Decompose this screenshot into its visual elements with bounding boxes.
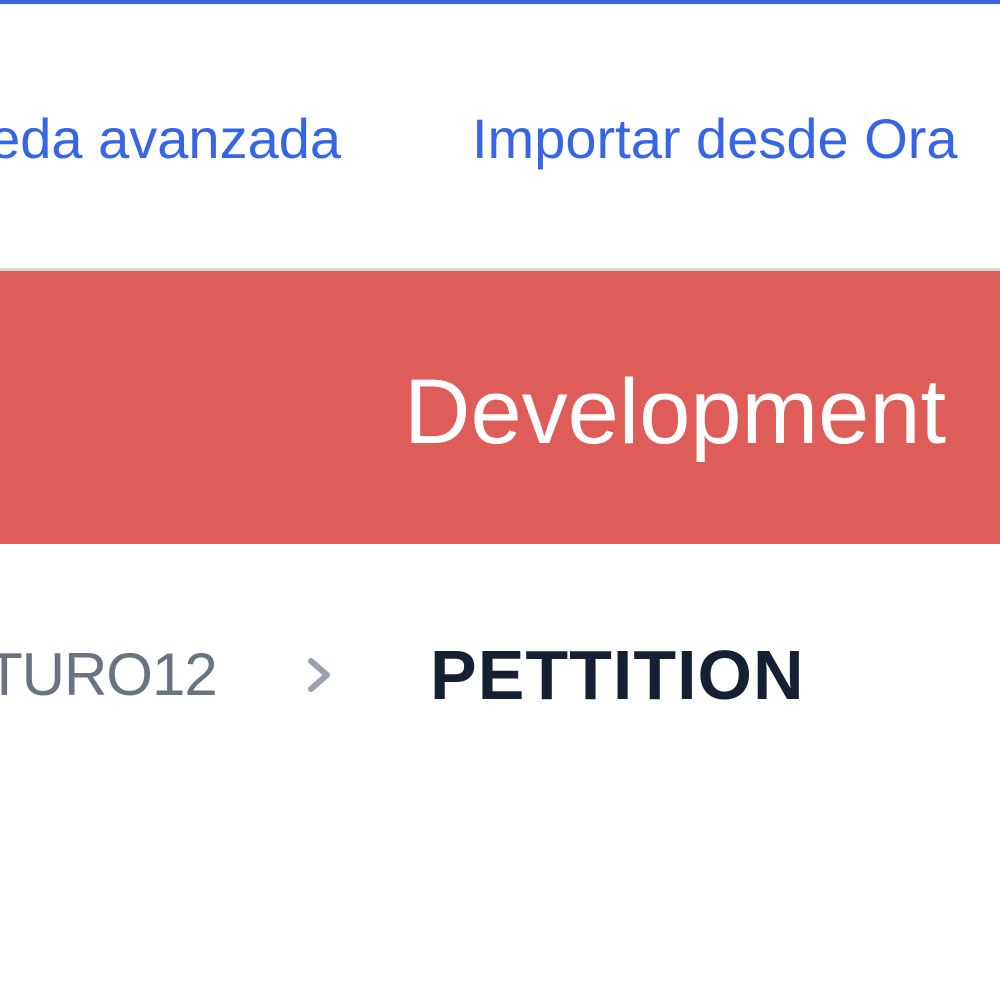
breadcrumb-parent[interactable]: TURO12 <box>0 640 218 710</box>
chevron-right-icon <box>302 652 336 698</box>
top-accent-bar <box>0 0 1000 4</box>
nav-links: ueda avanzada Importar desde Ora <box>0 104 1000 174</box>
breadcrumb-current: PETTITION <box>430 636 805 714</box>
page: ueda avanzada Importar desde Ora Develop… <box>0 0 1000 1000</box>
breadcrumb: TURO12 PETTITION <box>0 630 1000 720</box>
advanced-search-link[interactable]: ueda avanzada <box>0 104 341 174</box>
environment-banner: Development <box>0 271 1000 544</box>
import-from-oracle-link[interactable]: Importar desde Ora <box>472 104 958 174</box>
environment-label: Development <box>404 361 947 463</box>
